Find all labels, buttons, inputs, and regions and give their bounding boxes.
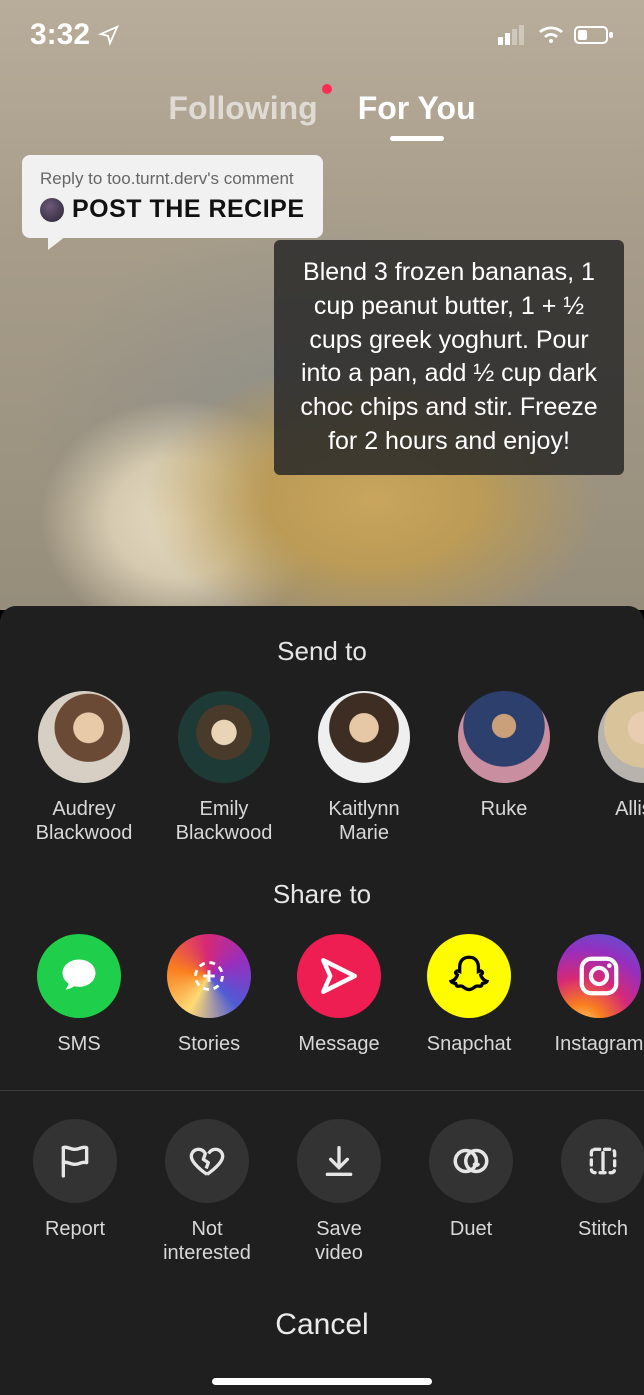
contact-label: Audrey Blackwood	[36, 797, 133, 845]
stories-icon	[167, 934, 251, 1018]
reply-comment-header: Reply to too.turnt.derv's comment	[40, 169, 305, 189]
duet-icon	[429, 1119, 513, 1203]
contact-label: Emily Blackwood	[176, 797, 273, 845]
snapchat-icon	[427, 934, 511, 1018]
instagram-icon	[557, 934, 641, 1018]
contact-label: Kaitlynn Marie	[328, 797, 399, 845]
send-to-title: Send to	[0, 636, 644, 667]
video-caption-text: Blend 3 frozen bananas, 1 cup peanut but…	[274, 240, 624, 475]
contact-item[interactable]: Emily Blackwood	[172, 691, 276, 845]
contact-item[interactable]: Allissa	[592, 691, 644, 845]
share-to-row[interactable]: SMS Stories Message Sna	[0, 910, 644, 1056]
share-stories[interactable]: Stories	[162, 934, 256, 1056]
reply-comment-text: POST THE RECIPE	[72, 195, 305, 224]
share-label: Message	[298, 1032, 379, 1056]
status-bar: 3:32	[0, 0, 644, 70]
feed-tabs: Following For You	[0, 90, 644, 127]
share-instagram[interactable]: Instagram	[552, 934, 644, 1056]
tab-following[interactable]: Following	[168, 90, 317, 127]
action-label: Report	[45, 1217, 105, 1241]
contact-label: Allissa	[615, 797, 644, 821]
share-sms[interactable]: SMS	[32, 934, 126, 1056]
action-report[interactable]: Report	[32, 1119, 118, 1265]
actions-row[interactable]: Report Not interested Save video Duet	[0, 1091, 644, 1265]
contact-item[interactable]: Audrey Blackwood	[32, 691, 136, 845]
cancel-button[interactable]: Cancel	[0, 1255, 644, 1395]
share-label: Instagram	[555, 1032, 644, 1056]
reply-comment-bubble[interactable]: Reply to too.turnt.derv's comment POST T…	[22, 155, 323, 238]
action-save-video[interactable]: Save video	[296, 1119, 382, 1265]
contact-item[interactable]: Kaitlynn Marie	[312, 691, 416, 845]
cellular-signal-icon	[498, 25, 528, 45]
tab-for-you[interactable]: For You	[358, 90, 476, 127]
sms-icon	[37, 934, 121, 1018]
action-stitch[interactable]: Stitch	[560, 1119, 644, 1265]
share-label: Snapchat	[427, 1032, 512, 1056]
tab-for-you-label: For You	[358, 90, 476, 126]
tab-following-label: Following	[168, 90, 317, 126]
contact-avatar	[318, 691, 410, 783]
share-label: SMS	[57, 1032, 100, 1056]
share-message[interactable]: Message	[292, 934, 386, 1056]
location-icon	[98, 24, 120, 46]
contact-avatar	[178, 691, 270, 783]
share-label: Stories	[178, 1032, 240, 1056]
download-icon	[297, 1119, 381, 1203]
contact-avatar	[458, 691, 550, 783]
contact-avatar	[38, 691, 130, 783]
status-time: 3:32	[30, 18, 90, 52]
share-sheet: Send to Audrey Blackwood Emily Blackwood…	[0, 606, 644, 1395]
share-to-title: Share to	[0, 879, 644, 910]
contact-item[interactable]: Ruke	[452, 691, 556, 845]
wifi-icon	[538, 25, 564, 45]
contact-avatar	[598, 691, 644, 783]
battery-icon	[574, 25, 614, 45]
send-to-row[interactable]: Audrey Blackwood Emily Blackwood Kaitlyn…	[0, 667, 644, 845]
stitch-icon	[561, 1119, 644, 1203]
contact-label: Ruke	[481, 797, 528, 821]
action-label: Stitch	[578, 1217, 628, 1241]
home-indicator[interactable]	[212, 1378, 432, 1385]
share-snapchat[interactable]: Snapchat	[422, 934, 516, 1056]
message-icon	[297, 934, 381, 1018]
cancel-label: Cancel	[275, 1308, 368, 1342]
notification-dot-icon	[322, 84, 332, 94]
action-label: Duet	[450, 1217, 492, 1241]
flag-icon	[33, 1119, 117, 1203]
broken-heart-icon	[165, 1119, 249, 1203]
reply-commenter-avatar	[40, 198, 64, 222]
action-duet[interactable]: Duet	[428, 1119, 514, 1265]
action-not-interested[interactable]: Not interested	[164, 1119, 250, 1265]
